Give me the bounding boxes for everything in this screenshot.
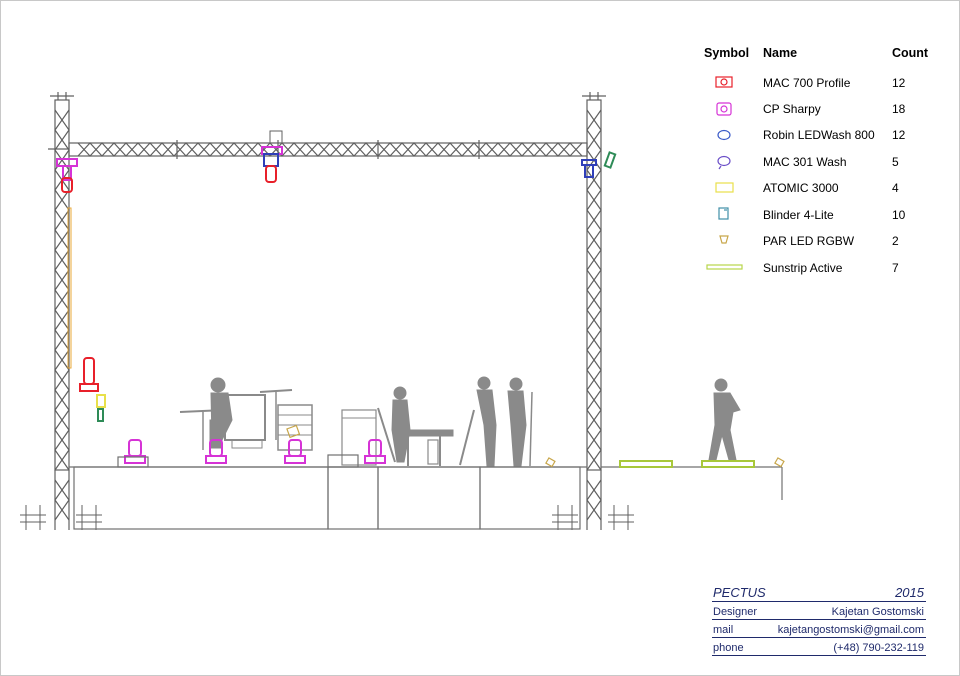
- top-truss: [48, 140, 588, 159]
- singer-silhouette: [708, 378, 741, 461]
- legend-item-count: 12: [892, 128, 906, 142]
- legend-item-count: 5: [892, 155, 899, 169]
- phone-number: (+48) 790-232-119: [833, 642, 924, 654]
- legend-row: ATOMIC 3000 4: [700, 179, 940, 199]
- legend-item-name: MAC 700 Profile: [763, 76, 851, 90]
- legend-row: MAC 700 Profile 12: [700, 74, 940, 94]
- legend-item-count: 7: [892, 261, 899, 275]
- mail-row: mail kajetangostomski@gmail.com: [712, 620, 926, 638]
- mail-address: kajetangostomski@gmail.com: [777, 624, 924, 636]
- legend-header-name: Name: [763, 46, 798, 60]
- project-name: PECTUS: [713, 585, 766, 600]
- mail-label: mail: [713, 624, 734, 636]
- truss-base-feet: [20, 505, 634, 530]
- right-truss-tower: [582, 92, 606, 530]
- legend-item-name: ATOMIC 3000: [763, 181, 839, 195]
- designer-label: Designer: [713, 606, 758, 618]
- designer-row: Designer Kajetan Gostomski: [712, 602, 926, 620]
- legend-row: Blinder 4-Lite 10: [700, 206, 940, 226]
- legend-row: Sunstrip Active 7: [700, 259, 940, 279]
- designer-name: Kajetan Gostomski: [831, 606, 924, 618]
- legend-item-count: 12: [892, 76, 906, 90]
- guitarist-silhouettes: [459, 376, 533, 467]
- legend-item-name: Sunstrip Active: [763, 261, 843, 275]
- floor-sunstrip-fixtures: [619, 460, 755, 468]
- legend-row: CP Sharpy 18: [700, 100, 940, 120]
- legend-item-count: 2: [892, 234, 899, 248]
- legend-item-count: 18: [892, 102, 906, 116]
- legend-item-name: Blinder 4-Lite: [763, 208, 834, 222]
- left-truss-tower: [50, 92, 74, 530]
- legend-item-count: 4: [892, 181, 899, 195]
- legend-row: MAC 301 Wash 5: [700, 153, 940, 173]
- left-truss-fixtures: [56, 158, 106, 422]
- legend-item-count: 10: [892, 208, 906, 222]
- legend-row: Robin LEDWash 800 12: [700, 126, 940, 146]
- legend-item-name: Robin LEDWash 800: [763, 128, 875, 142]
- phone-label: phone: [713, 642, 744, 654]
- stage-deck: [69, 466, 783, 530]
- legend-item-name: CP Sharpy: [763, 102, 821, 116]
- project-year: 2015: [895, 585, 924, 600]
- legend-header-symbol: Symbol: [704, 46, 750, 60]
- phone-row: phone (+48) 790-232-119: [712, 638, 926, 656]
- legend-item-name: PAR LED RGBW: [763, 234, 855, 248]
- legend-item-name: MAC 301 Wash: [763, 155, 847, 169]
- keyboard-player: [341, 386, 454, 466]
- floor-sharpy-fixtures: [124, 439, 386, 464]
- legend-row: PAR LED RGBW 2: [700, 232, 940, 252]
- legend-header-count: Count: [892, 46, 929, 60]
- title-row: PECTUS 2015: [712, 584, 926, 602]
